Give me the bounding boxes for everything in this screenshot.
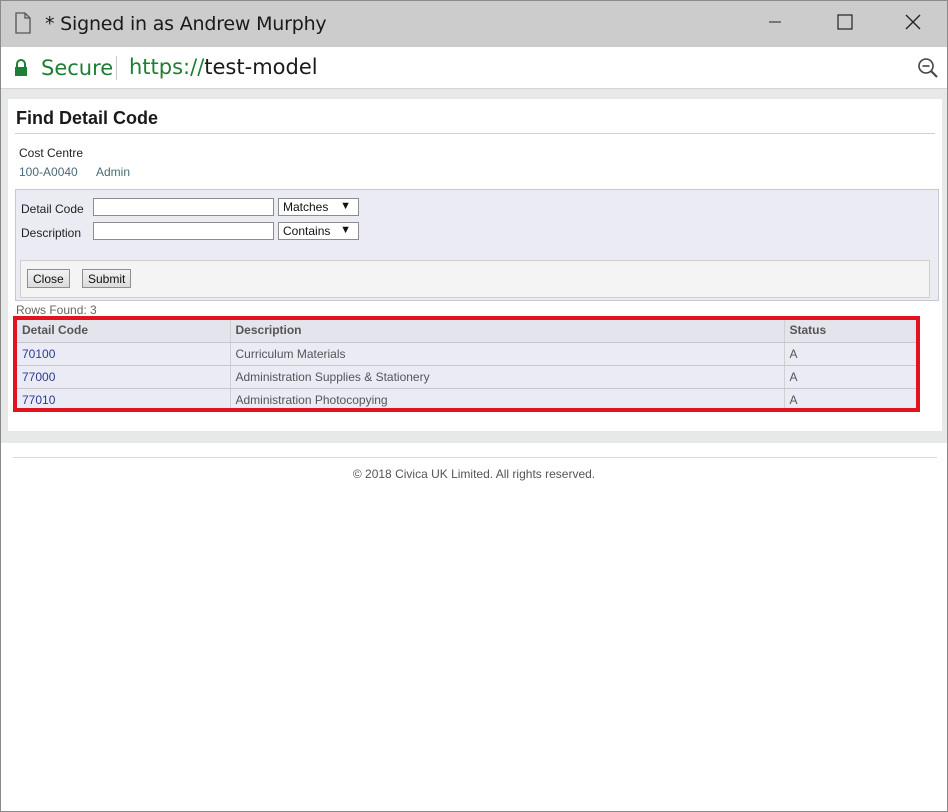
table-row[interactable]: 77000 Administration Supplies & Statione… <box>17 365 920 389</box>
close-button[interactable]: Close <box>27 269 70 288</box>
title-bar: * Signed in as Andrew Murphy <box>1 1 947 47</box>
status-cell: A <box>784 342 920 366</box>
maximize-button[interactable] <box>811 1 879 47</box>
submit-button[interactable]: Submit <box>82 269 132 288</box>
detail-code-operator-value: Matches <box>283 200 329 214</box>
url-field[interactable]: https://test-model <box>129 55 318 79</box>
minimize-button[interactable] <box>741 1 809 47</box>
detail-code-label: Detail Code <box>21 202 84 216</box>
document-icon <box>15 12 31 34</box>
close-window-button[interactable] <box>879 1 947 47</box>
description-cell: Administration Supplies & Stationery <box>230 365 785 389</box>
search-form: Detail Code Matches ▼ Description Contai… <box>15 189 939 301</box>
url-host: test-model <box>204 55 318 79</box>
description-input[interactable] <box>93 222 274 240</box>
button-bar: Close Submit <box>20 260 930 298</box>
dropdown-arrow-icon: ▼ <box>340 224 351 236</box>
table-row[interactable]: 70100 Curriculum Materials A <box>17 342 920 366</box>
address-bar: Secure https://test-model <box>1 47 947 89</box>
cost-centre-code: 100-A0040 <box>19 165 78 179</box>
table-row[interactable]: 77010 Administration Photocopying A <box>17 388 920 412</box>
column-header-status[interactable]: Status <box>784 319 920 343</box>
close-icon <box>905 14 921 35</box>
rows-found-count: Rows Found: 3 <box>16 303 97 317</box>
description-operator-select[interactable]: Contains ▼ <box>278 222 359 240</box>
secure-label: Secure <box>41 56 114 80</box>
window-title: * Signed in as Andrew Murphy <box>45 13 327 35</box>
detail-code-link[interactable]: 77010 <box>17 388 231 412</box>
detail-code-link[interactable]: 77000 <box>17 365 231 389</box>
detail-code-operator-select[interactable]: Matches ▼ <box>278 198 359 216</box>
description-operator-value: Contains <box>283 224 331 238</box>
zoom-out-icon[interactable] <box>917 57 939 79</box>
find-detail-code-panel: Find Detail Code Cost Centre 100-A0040 A… <box>8 99 942 431</box>
minimize-icon <box>768 15 782 34</box>
url-scheme: https:// <box>129 55 205 79</box>
table-header-row: Detail Code Description Status <box>17 319 920 343</box>
maximize-icon <box>837 13 853 35</box>
status-cell: A <box>784 365 920 389</box>
column-header-description[interactable]: Description <box>230 319 785 343</box>
dropdown-arrow-icon: ▼ <box>340 200 351 212</box>
browser-window: * Signed in as Andrew Murphy Secure http… <box>0 0 948 812</box>
results-table: Detail Code Description Status 70100 Cur… <box>17 319 920 412</box>
column-header-detail-code[interactable]: Detail Code <box>17 319 231 343</box>
status-cell: A <box>784 388 920 412</box>
cost-centre-name: Admin <box>96 165 131 179</box>
description-label: Description <box>21 226 82 240</box>
description-cell: Curriculum Materials <box>230 342 785 366</box>
cost-centre-label: Cost Centre <box>19 146 84 160</box>
footer-divider <box>13 457 937 458</box>
detail-code-link[interactable]: 70100 <box>17 342 231 366</box>
footer-copyright: © 2018 Civica UK Limited. All rights res… <box>352 467 596 481</box>
page-content: Find Detail Code Cost Centre 100-A0040 A… <box>1 89 947 811</box>
lock-icon <box>14 59 28 77</box>
title-divider <box>15 133 935 134</box>
description-cell: Administration Photocopying <box>230 388 785 412</box>
page-title: Find Detail Code <box>16 108 159 128</box>
address-divider <box>116 56 117 80</box>
detail-code-input[interactable] <box>93 198 274 216</box>
